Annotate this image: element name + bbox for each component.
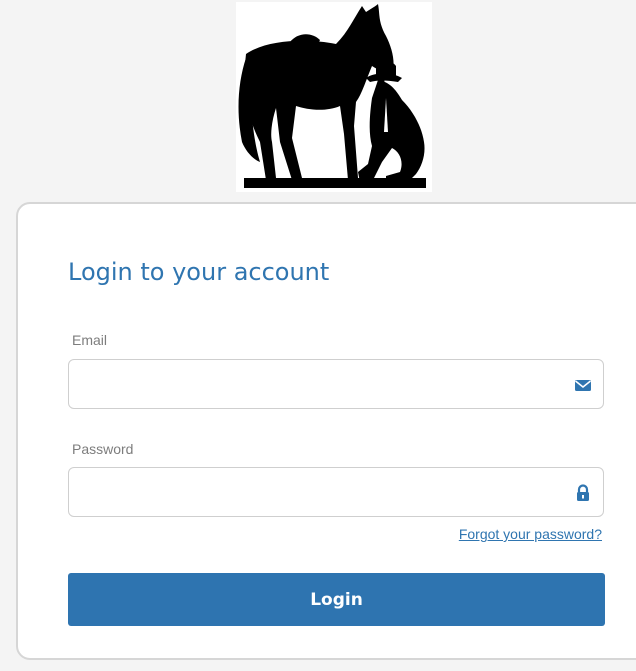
login-title: Login to your account (68, 258, 330, 286)
email-input[interactable] (69, 360, 549, 408)
email-field (68, 359, 604, 409)
password-label: Password (72, 441, 134, 457)
password-input[interactable] (69, 468, 549, 516)
horse-silhouette-icon (238, 4, 426, 188)
envelope-icon (574, 376, 592, 394)
lock-icon (574, 484, 592, 502)
email-label: Email (72, 332, 108, 348)
login-card: Login to your account Email Password For… (16, 202, 636, 660)
login-button[interactable]: Login (68, 573, 605, 626)
horse-and-cowboy-logo (236, 2, 432, 192)
forgot-password-link[interactable]: Forgot your password? (459, 526, 602, 542)
password-field (68, 467, 604, 517)
